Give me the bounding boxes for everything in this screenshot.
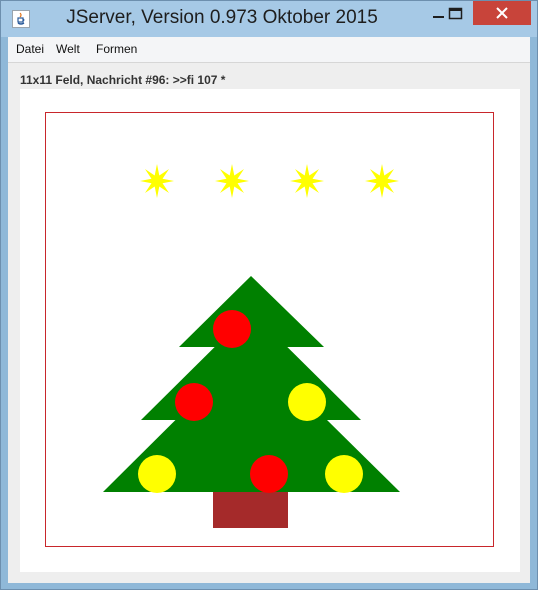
java-app-icon[interactable] xyxy=(12,10,30,28)
ornament-red-left xyxy=(175,383,213,421)
ornament-yellow-bottom-left xyxy=(138,455,176,493)
app-window: JServer, Version 0.973 Oktober 2015 Date… xyxy=(0,0,538,590)
close-button[interactable] xyxy=(473,1,531,25)
maximize-button[interactable] xyxy=(441,2,471,26)
star-shape xyxy=(140,164,174,198)
star-shape xyxy=(365,164,399,198)
menu-bar: Datei Welt Formen xyxy=(8,37,530,63)
status-message: 11x11 Feld, Nachricht #96: >>fi 107 * xyxy=(20,73,226,87)
content-area: 11x11 Feld, Nachricht #96: >>fi 107 * xyxy=(8,63,530,583)
menu-datei[interactable]: Datei xyxy=(16,42,44,56)
maximize-icon xyxy=(448,7,463,20)
close-icon xyxy=(496,7,508,19)
star-4 xyxy=(365,164,399,198)
tree-trunk xyxy=(213,492,288,528)
title-bar[interactable]: JServer, Version 0.973 Oktober 2015 xyxy=(1,1,537,37)
star-3 xyxy=(290,164,324,198)
star-1 xyxy=(140,164,174,198)
ornament-red-top xyxy=(213,310,251,348)
drawing-panel[interactable] xyxy=(20,89,520,572)
star-shape xyxy=(290,164,324,198)
ornament-red-bottom xyxy=(250,455,288,493)
window-title: JServer, Version 0.973 Oktober 2015 xyxy=(66,7,378,28)
menu-formen[interactable]: Formen xyxy=(96,42,137,56)
star-2 xyxy=(215,164,249,198)
ornament-yellow-bottom-right xyxy=(325,455,363,493)
ornament-yellow-right xyxy=(288,383,326,421)
menu-welt[interactable]: Welt xyxy=(56,42,80,56)
scene-canvas xyxy=(103,164,400,528)
star-shape xyxy=(215,164,249,198)
